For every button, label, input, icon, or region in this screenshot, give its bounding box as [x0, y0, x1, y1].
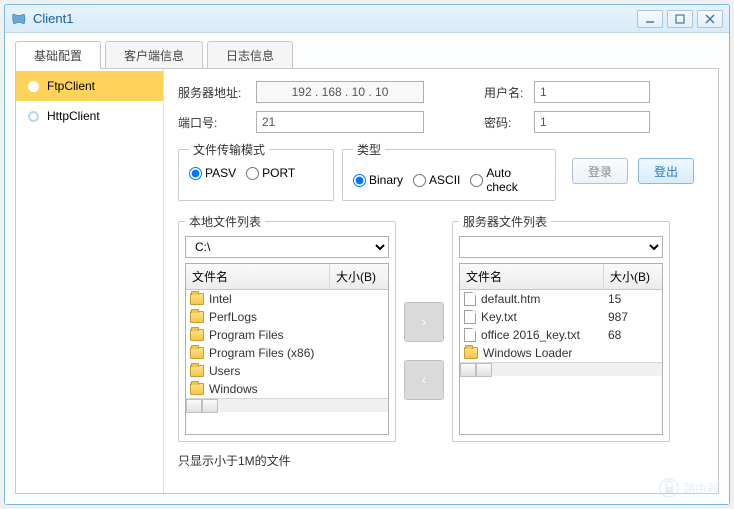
server-path-dropdown[interactable]	[459, 236, 663, 258]
file-row[interactable]: Program Files (x86)	[186, 344, 388, 362]
window-title: Client1	[33, 11, 73, 26]
server-file-table[interactable]: 文件名 大小(B) default.htm15Key.txt987office …	[459, 263, 663, 435]
maximize-button[interactable]	[667, 10, 693, 28]
file-size: 68	[608, 328, 658, 342]
password-input[interactable]	[534, 111, 650, 133]
login-button[interactable]: 登录	[572, 158, 628, 184]
password-label: 密码:	[484, 114, 534, 131]
file-name: Windows Loader	[483, 346, 608, 360]
tab-log-info[interactable]: 日志信息	[207, 41, 293, 69]
transfer-mode-legend: 文件传输模式	[189, 141, 269, 158]
minimize-button[interactable]	[637, 10, 663, 28]
server-list-legend: 服务器文件列表	[459, 213, 551, 230]
main-tabs: 基础配置 客户端信息 日志信息	[15, 41, 719, 69]
local-path-dropdown[interactable]: C:\	[185, 236, 389, 258]
col-size[interactable]: 大小(B)	[330, 264, 388, 289]
file-name: PerfLogs	[209, 310, 334, 324]
folder-icon	[464, 347, 478, 359]
chevron-right-icon: ›	[422, 315, 426, 329]
folder-icon	[190, 329, 204, 341]
folder-icon	[190, 311, 204, 323]
radio-port[interactable]: PORT	[246, 166, 295, 180]
file-name: Users	[209, 364, 334, 378]
file-row[interactable]: Program Files	[186, 326, 388, 344]
port-input[interactable]	[256, 111, 424, 133]
client-sidebar: FtpClient HttpClient	[16, 69, 164, 493]
local-file-list: 本地文件列表 C:\ 文件名 大小(B) Intel PerfLogs Progra…	[178, 213, 396, 442]
radio-binary[interactable]: Binary	[353, 173, 403, 187]
file-name: Program Files (x86)	[209, 346, 334, 360]
file-icon	[464, 292, 476, 306]
download-button[interactable]: ‹	[404, 360, 444, 400]
file-name: Program Files	[209, 328, 334, 342]
h-scrollbar[interactable]	[460, 362, 662, 376]
col-filename[interactable]: 文件名	[186, 264, 330, 289]
h-scrollbar[interactable]	[186, 398, 388, 412]
file-row[interactable]: Windows	[186, 380, 388, 398]
file-row[interactable]: PerfLogs	[186, 308, 388, 326]
server-address-label: 服务器地址:	[178, 84, 256, 101]
file-row[interactable]: default.htm15	[460, 290, 662, 308]
note-text: 只显示小于1M的文件	[178, 452, 704, 469]
col-filename[interactable]: 文件名	[460, 264, 604, 289]
logout-button[interactable]: 登出	[638, 158, 694, 184]
file-row[interactable]: Intel	[186, 290, 388, 308]
type-group: 类型 Binary ASCII Auto check	[342, 141, 556, 201]
folder-icon	[190, 293, 204, 305]
col-size[interactable]: 大小(B)	[604, 264, 662, 289]
file-name: default.htm	[481, 292, 608, 306]
chevron-left-icon: ‹	[422, 373, 426, 387]
file-row[interactable]: Windows Loader	[460, 344, 662, 362]
sidebar-item-ftpclient[interactable]: FtpClient	[16, 71, 163, 101]
file-row[interactable]: Users	[186, 362, 388, 380]
file-size: 987	[608, 310, 658, 324]
sidebar-item-httpclient[interactable]: HttpClient	[16, 101, 163, 131]
file-icon	[464, 310, 476, 324]
radio-ascii[interactable]: ASCII	[413, 173, 460, 187]
file-name: Intel	[209, 292, 334, 306]
server-file-list: 服务器文件列表 文件名 大小(B) default.htm15Key.txt98…	[452, 213, 670, 442]
tab-client-info[interactable]: 客户端信息	[105, 41, 203, 69]
file-name: Key.txt	[481, 310, 608, 324]
port-label: 端口号:	[178, 114, 256, 131]
radio-autocheck[interactable]: Auto check	[470, 166, 545, 194]
titlebar[interactable]: Client1	[5, 5, 729, 33]
tab-basic-config[interactable]: 基础配置	[15, 41, 101, 69]
file-icon	[464, 328, 476, 342]
bullet-icon	[28, 81, 39, 92]
transfer-mode-group: 文件传输模式 PASV PORT	[178, 141, 334, 201]
username-label: 用户名:	[484, 84, 534, 101]
app-icon	[11, 11, 27, 27]
folder-icon	[190, 383, 204, 395]
sidebar-item-label: FtpClient	[47, 79, 95, 93]
folder-icon	[190, 347, 204, 359]
sidebar-item-label: HttpClient	[47, 109, 100, 123]
bullet-icon	[28, 111, 39, 122]
file-row[interactable]: Key.txt987	[460, 308, 662, 326]
type-legend: 类型	[353, 141, 385, 158]
radio-pasv[interactable]: PASV	[189, 166, 236, 180]
folder-icon	[190, 365, 204, 377]
upload-button[interactable]: ›	[404, 302, 444, 342]
server-address-input[interactable]: 192 . 168 . 10 . 10	[256, 81, 424, 103]
username-input[interactable]	[534, 81, 650, 103]
close-button[interactable]	[697, 10, 723, 28]
local-list-legend: 本地文件列表	[185, 213, 265, 230]
file-row[interactable]: office 2016_key.txt68	[460, 326, 662, 344]
local-file-table[interactable]: 文件名 大小(B) Intel PerfLogs Program Files Prog…	[185, 263, 389, 435]
app-window: Client1 基础配置 客户端信息 日志信息 FtpClient HttpCl…	[4, 4, 730, 505]
file-name: office 2016_key.txt	[481, 328, 608, 342]
file-name: Windows	[209, 382, 334, 396]
file-size: 15	[608, 292, 658, 306]
